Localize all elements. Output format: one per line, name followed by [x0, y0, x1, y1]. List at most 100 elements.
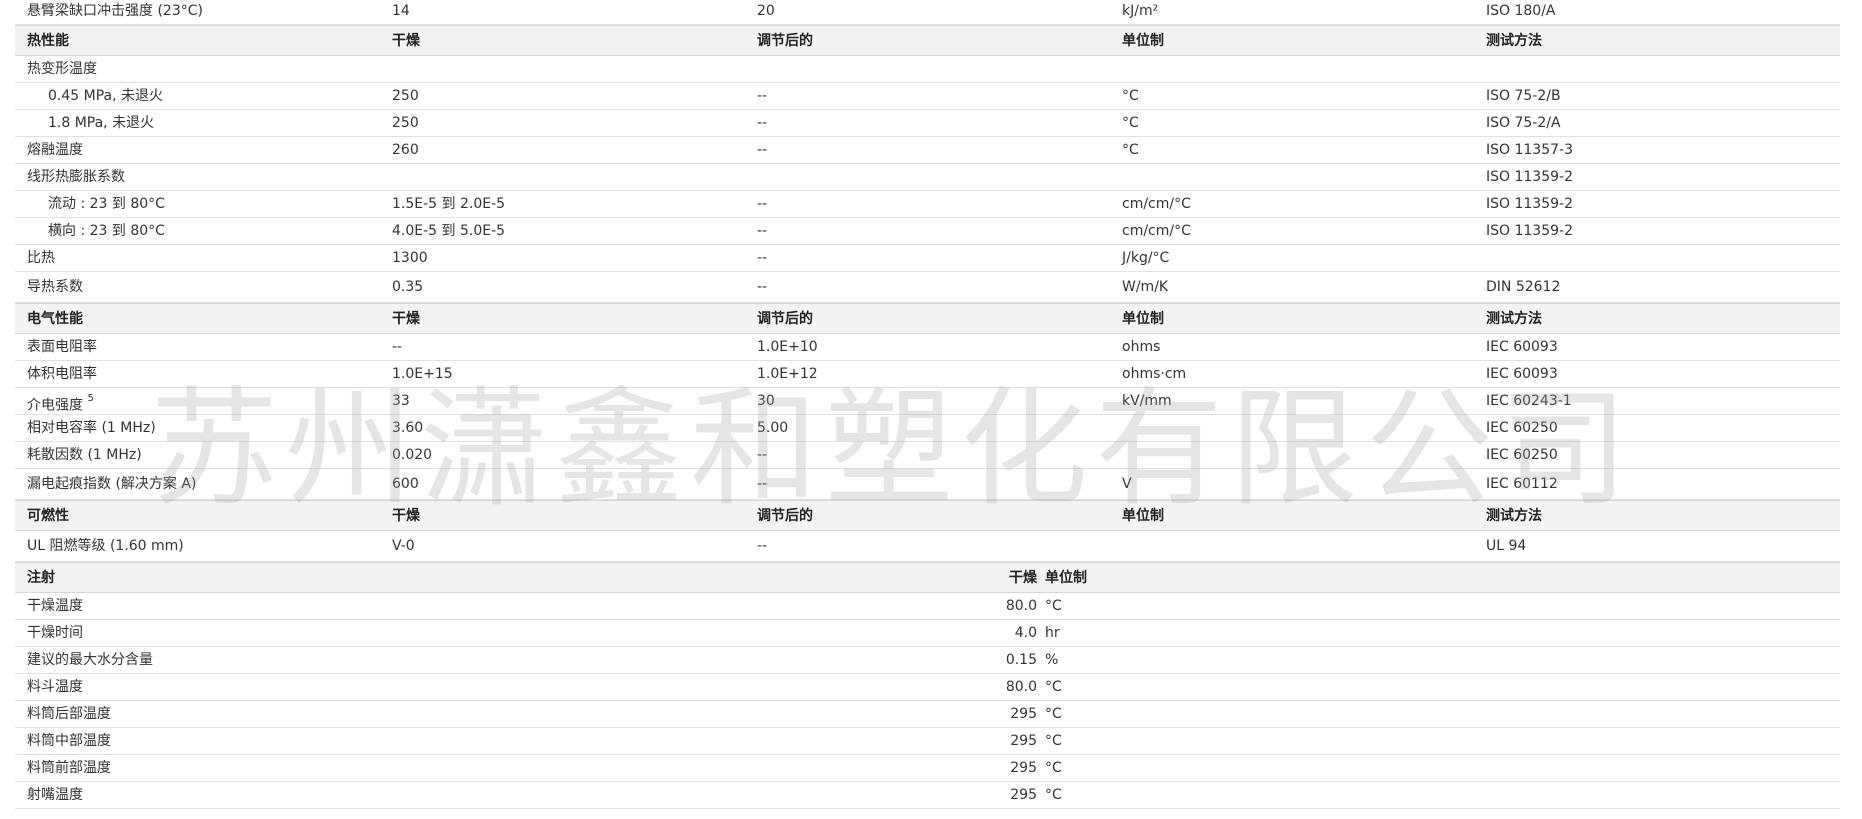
dry-value: 0.020	[392, 447, 433, 463]
test-method: IEC 60093	[1486, 339, 1558, 355]
parameter-value: 295	[1010, 733, 1037, 749]
parameter-name: 料筒中部温度	[27, 733, 111, 749]
test-method: ISO 11359-2	[1486, 169, 1573, 185]
table-row: 介电强度 5 33 30 kV/mm IEC 60243-1	[15, 388, 1840, 415]
property-name: 耗散因数 (1 MHz)	[27, 447, 142, 463]
table-row: 相对电容率 (1 MHz) 3.60 5.00 IEC 60250	[15, 415, 1840, 442]
unit-column-header: 单位制	[1122, 33, 1164, 49]
property-name: 0.45 MPa, 未退火	[48, 88, 163, 104]
section-title: 注射	[27, 570, 55, 586]
impact-strength-row: 悬臂梁缺口冲击强度 (23°C) 14 20 kJ/m² ISO 180/A	[15, 0, 1840, 25]
property-name-text: 介电强度	[27, 397, 83, 414]
test-method: IEC 60250	[1486, 420, 1558, 436]
injection-section-header: 注射 干燥 单位制	[15, 562, 1840, 593]
table-row: 料斗温度 80.0 °C	[15, 674, 1840, 701]
conditioned-value: 1.0E+10	[757, 339, 818, 355]
table-row: 线形热膨胀系数 ISO 11359-2	[15, 164, 1840, 191]
table-row: 料筒后部温度 295 °C	[15, 701, 1840, 728]
unit: ohms	[1122, 339, 1161, 355]
dry-value: 1300	[392, 250, 428, 266]
test-method: ISO 11359-2	[1486, 223, 1573, 239]
test-method: ISO 75-2/A	[1486, 115, 1561, 131]
unit: °C	[1045, 787, 1062, 803]
unit: °C	[1045, 598, 1062, 614]
table-row: 体积电阻率 1.0E+15 1.0E+12 ohms·cm IEC 60093	[15, 361, 1840, 388]
method-column-header: 测试方法	[1486, 311, 1542, 327]
table-row: 表面电阻率 -- 1.0E+10 ohms IEC 60093	[15, 334, 1840, 361]
test-method: IEC 60112	[1486, 476, 1558, 492]
unit: V	[1122, 476, 1132, 492]
conditioned-value: --	[757, 196, 768, 212]
properties-table: 悬臂梁缺口冲击强度 (23°C) 14 20 kJ/m² ISO 180/A 热…	[15, 0, 1840, 809]
footnote-link[interactable]: 5	[87, 393, 93, 404]
table-row: 漏电起痕指数 (解决方案 A) 600 -- V IEC 60112	[15, 469, 1840, 500]
test-method: ISO 11357-3	[1486, 142, 1573, 158]
dry-value: 4.0E-5 到 5.0E-5	[392, 223, 506, 239]
parameter-name: 射嘴温度	[27, 787, 83, 803]
unit: °C	[1122, 115, 1139, 131]
property-name: 体积电阻率	[27, 366, 97, 382]
method-column-header: 测试方法	[1486, 33, 1542, 49]
unit-column-header: 单位制	[1122, 508, 1164, 524]
parameter-value: 4.0	[1014, 625, 1037, 641]
parameter-name: 料筒后部温度	[27, 706, 111, 722]
parameter-value: 80.0	[1005, 679, 1037, 695]
unit: %	[1045, 652, 1059, 668]
dry-value: 600	[392, 476, 419, 492]
test-method: ISO 11359-2	[1486, 196, 1573, 212]
parameter-value: 295	[1010, 787, 1037, 803]
table-row: 横向 : 23 到 80°C 4.0E-5 到 5.0E-5 -- cm/cm/…	[15, 218, 1840, 245]
dry-value: --	[392, 339, 403, 355]
parameter-name: 干燥时间	[27, 625, 83, 641]
property-name: 横向 : 23 到 80°C	[48, 223, 165, 239]
unit-column-header: 单位制	[1045, 570, 1087, 586]
page-scrollbar[interactable]	[1848, 0, 1862, 819]
conditioned-value: --	[757, 115, 768, 131]
table-row: 射嘴温度 295 °C	[15, 782, 1840, 809]
property-name: UL 阻燃等级 (1.60 mm)	[27, 538, 184, 554]
unit: °C	[1122, 142, 1139, 158]
table-row: 导热系数 0.35 -- W/m/K DIN 52612	[15, 272, 1840, 303]
table-row: 熔融温度 260 -- °C ISO 11357-3	[15, 137, 1840, 164]
property-name: 线形热膨胀系数	[27, 169, 125, 185]
dry-value: 3.60	[392, 420, 424, 436]
unit: ohms·cm	[1122, 366, 1187, 382]
table-row: 1.8 MPa, 未退火 250 -- °C ISO 75-2/A	[15, 110, 1840, 137]
test-method: IEC 60093	[1486, 366, 1558, 382]
conditioned-value: --	[757, 250, 768, 266]
parameter-value: 80.0	[1005, 598, 1037, 614]
unit: hr	[1045, 625, 1060, 641]
unit: W/m/K	[1122, 279, 1169, 295]
conditioned-value: --	[757, 476, 768, 492]
property-name: 相对电容率 (1 MHz)	[27, 420, 156, 436]
table-row: 比热 1300 -- J/kg/°C	[15, 245, 1840, 272]
table-row: 干燥温度 80.0 °C	[15, 593, 1840, 620]
conditioned-value: --	[757, 538, 768, 554]
conditioned-value: 5.00	[757, 420, 789, 436]
test-method: UL 94	[1486, 538, 1527, 554]
conditioned-column-header: 调节后的	[757, 311, 813, 327]
flammability-section-header: 可燃性 干燥 调节后的 单位制 测试方法	[15, 500, 1840, 531]
test-method: DIN 52612	[1486, 279, 1561, 295]
unit: kJ/m²	[1122, 3, 1159, 19]
parameter-name: 料筒前部温度	[27, 760, 111, 776]
unit-column-header: 单位制	[1122, 311, 1164, 327]
conditioned-value: --	[757, 223, 768, 239]
table-row: 流动 : 23 到 80°C 1.5E-5 到 2.0E-5 -- cm/cm/…	[15, 191, 1840, 218]
thermal-section-header: 热性能 干燥 调节后的 单位制 测试方法	[15, 25, 1840, 56]
property-name: 比热	[27, 250, 55, 266]
unit: J/kg/°C	[1122, 250, 1170, 266]
dry-value: 0.35	[392, 279, 424, 295]
table-row: 建议的最大水分含量 0.15 %	[15, 647, 1840, 674]
unit: °C	[1122, 88, 1139, 104]
conditioned-value: --	[757, 279, 768, 295]
parameter-name: 建议的最大水分含量	[27, 652, 153, 668]
dry-value: 33	[392, 393, 410, 409]
property-name: 熔融温度	[27, 142, 83, 158]
unit: kV/mm	[1122, 393, 1172, 409]
section-title: 热性能	[27, 33, 69, 49]
dry-value: V-0	[392, 538, 415, 554]
dry-value: 14	[392, 3, 410, 19]
unit: cm/cm/°C	[1122, 196, 1191, 212]
electrical-section-header: 电气性能 干燥 调节后的 单位制 测试方法	[15, 303, 1840, 334]
